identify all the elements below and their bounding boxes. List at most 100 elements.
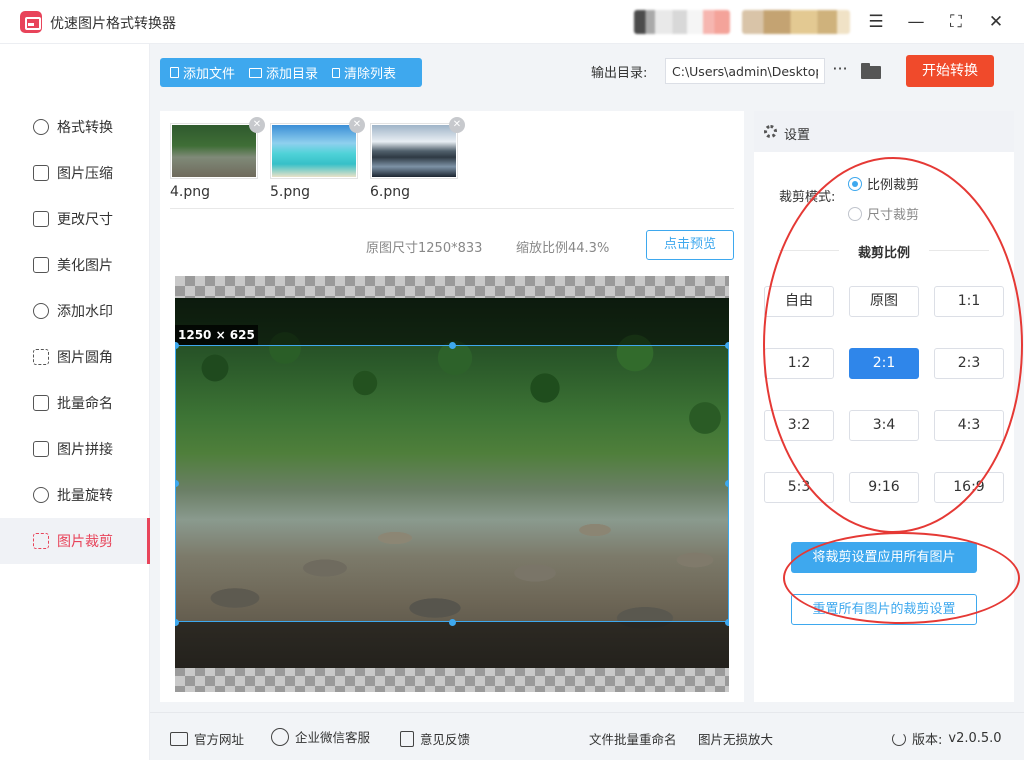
start-convert-button[interactable]: 开始转换 — [906, 55, 994, 87]
add-file-button[interactable]: 添加文件 — [170, 63, 235, 82]
wechat-service-link[interactable]: 企业微信客服 — [271, 727, 370, 746]
output-dir-input[interactable] — [665, 58, 825, 84]
user-info-blurred[interactable] — [742, 10, 850, 34]
mode-option-size[interactable]: 尺寸裁剪 — [848, 204, 919, 223]
close-icon[interactable]: ✕ — [982, 8, 1010, 36]
refresh-icon[interactable] — [892, 731, 906, 746]
sidebar-item-label: 添加水印 — [57, 304, 113, 320]
sidebar-item-label: 格式转换 — [57, 120, 113, 136]
ratio-button-1-1[interactable]: 1:1 — [934, 286, 1004, 317]
thumbnail-image — [372, 125, 456, 177]
reset-all-button[interactable]: 重置所有图片的裁剪设置 — [791, 594, 977, 625]
sidebar-item-watermark[interactable]: 添加水印 — [0, 288, 150, 334]
ratio-button-2-1[interactable]: 2:1 — [849, 348, 919, 379]
remove-file-icon[interactable]: ✕ — [249, 117, 265, 133]
sidebar-item-label: 图片拼接 — [57, 442, 113, 458]
sidebar-item-round-corner[interactable]: 图片圆角 — [0, 334, 150, 380]
footer-bar: 官方网址 企业微信客服 意见反馈 文件批量重命名 图片无损放大 版本: v2.0… — [150, 712, 1024, 760]
official-site-link[interactable]: 官方网址 — [170, 729, 244, 748]
remove-file-icon[interactable]: ✕ — [349, 117, 365, 133]
ratio-button-free[interactable]: 自由 — [764, 286, 834, 317]
ratio-button-1-2[interactable]: 1:2 — [764, 348, 834, 379]
round-corner-icon — [33, 349, 49, 365]
folder-icon — [249, 67, 263, 78]
remove-file-icon[interactable]: ✕ — [449, 117, 465, 133]
website-icon — [170, 731, 188, 746]
crop-canvas[interactable]: 1250 × 625 — [175, 276, 729, 692]
sidebar-item-beautify[interactable]: 美化图片 — [0, 242, 150, 288]
app-logo-icon — [20, 11, 42, 33]
thumbnail-image — [272, 125, 356, 177]
crop-handle-bottom[interactable] — [449, 619, 456, 626]
sidebar-item-rename[interactable]: 批量命名 — [0, 380, 150, 426]
crop-mode-label: 裁剪模式: — [779, 190, 836, 205]
browse-folder-icon[interactable] — [861, 63, 881, 79]
radio-unselected[interactable] — [848, 206, 862, 221]
sidebar-item-rotate[interactable]: 批量旋转 — [0, 472, 150, 518]
feedback-link[interactable]: 意见反馈 — [400, 729, 470, 748]
original-size-text: 原图尺寸1250*833 — [366, 241, 483, 256]
sidebar-item-label: 批量命名 — [57, 396, 113, 412]
file-toolbar: 添加文件 添加目录 清除列表 — [160, 58, 422, 87]
maximize-icon[interactable]: ⛶ — [942, 8, 970, 36]
trash-icon — [332, 67, 341, 78]
ratio-button-2-3[interactable]: 2:3 — [934, 348, 1004, 379]
sidebar-item-crop[interactable]: 图片裁剪 — [0, 518, 150, 564]
beautify-icon — [33, 257, 49, 273]
ratio-button-3-2[interactable]: 3:2 — [764, 410, 834, 441]
ratio-button-16-9[interactable]: 16:9 — [934, 472, 1004, 503]
user-avatar-blurred[interactable] — [634, 10, 730, 34]
file-thumbnail[interactable]: ✕ — [170, 117, 265, 179]
file-name: 4.png — [170, 184, 211, 200]
apply-all-button[interactable]: 将裁剪设置应用所有图片 — [791, 542, 977, 573]
crop-mask-top — [175, 298, 729, 345]
watermark-icon — [33, 303, 49, 319]
stitch-icon — [33, 441, 49, 457]
add-file-label: 添加文件 — [183, 67, 236, 82]
file-icon — [170, 67, 179, 78]
sidebar-item-label: 图片圆角 — [57, 350, 113, 366]
crop-handle-top-right[interactable] — [725, 342, 729, 349]
rotate-icon — [33, 487, 49, 503]
resize-icon — [33, 211, 49, 227]
sidebar-item-resize[interactable]: 更改尺寸 — [0, 196, 150, 242]
mode-option-label: 比例裁剪 — [867, 178, 920, 193]
ratio-button-3-4[interactable]: 3:4 — [849, 410, 919, 441]
ratio-button-9-16[interactable]: 9:16 — [849, 472, 919, 503]
crop-handle-bottom-right[interactable] — [725, 619, 729, 626]
crop-size-label: 1250 × 625 — [175, 325, 258, 345]
rename-icon — [33, 395, 49, 411]
sidebar-item-stitch[interactable]: 图片拼接 — [0, 426, 150, 472]
output-dir-label: 输出目录: — [591, 66, 648, 81]
settings-title: 设置 — [784, 128, 811, 143]
ratio-button-original[interactable]: 原图 — [849, 286, 919, 317]
sidebar-item-format-convert[interactable]: 格式转换 — [0, 104, 150, 150]
file-thumbnail[interactable]: ✕ — [370, 117, 465, 179]
clear-list-button[interactable]: 清除列表 — [332, 63, 396, 82]
crop-handle-top[interactable] — [449, 342, 456, 349]
feedback-label: 意见反馈 — [420, 732, 471, 747]
crop-handle-right[interactable] — [725, 480, 729, 487]
feedback-icon — [400, 730, 414, 747]
crop-selection-box[interactable] — [175, 345, 729, 622]
file-thumbnail[interactable]: ✕ — [270, 117, 365, 179]
lossless-zoom-link[interactable]: 图片无损放大 — [698, 729, 773, 748]
sidebar-item-label: 批量旋转 — [57, 488, 113, 504]
hamburger-icon[interactable]: ☰ — [862, 8, 890, 36]
preview-button[interactable]: 点击预览 — [646, 230, 734, 260]
crop-ratio-title: 裁剪比例 — [857, 246, 910, 261]
sidebar-item-compress[interactable]: 图片压缩 — [0, 150, 150, 196]
radio-selected[interactable] — [848, 176, 862, 191]
wechat-service-label: 企业微信客服 — [295, 730, 371, 745]
batch-rename-link[interactable]: 文件批量重命名 — [589, 729, 677, 748]
add-folder-button[interactable]: 添加目录 — [249, 63, 318, 82]
ratio-button-5-3[interactable]: 5:3 — [764, 472, 834, 503]
mode-option-ratio[interactable]: 比例裁剪 — [848, 174, 919, 193]
chat-icon — [271, 727, 289, 746]
ratio-button-4-3[interactable]: 4:3 — [934, 410, 1004, 441]
more-options-button[interactable]: ··· — [830, 58, 850, 84]
version-label: 版本: — [912, 733, 943, 748]
sidebar-item-label: 图片压缩 — [57, 166, 113, 182]
clear-list-label: 清除列表 — [344, 67, 397, 82]
minimize-icon[interactable]: — — [902, 8, 930, 36]
